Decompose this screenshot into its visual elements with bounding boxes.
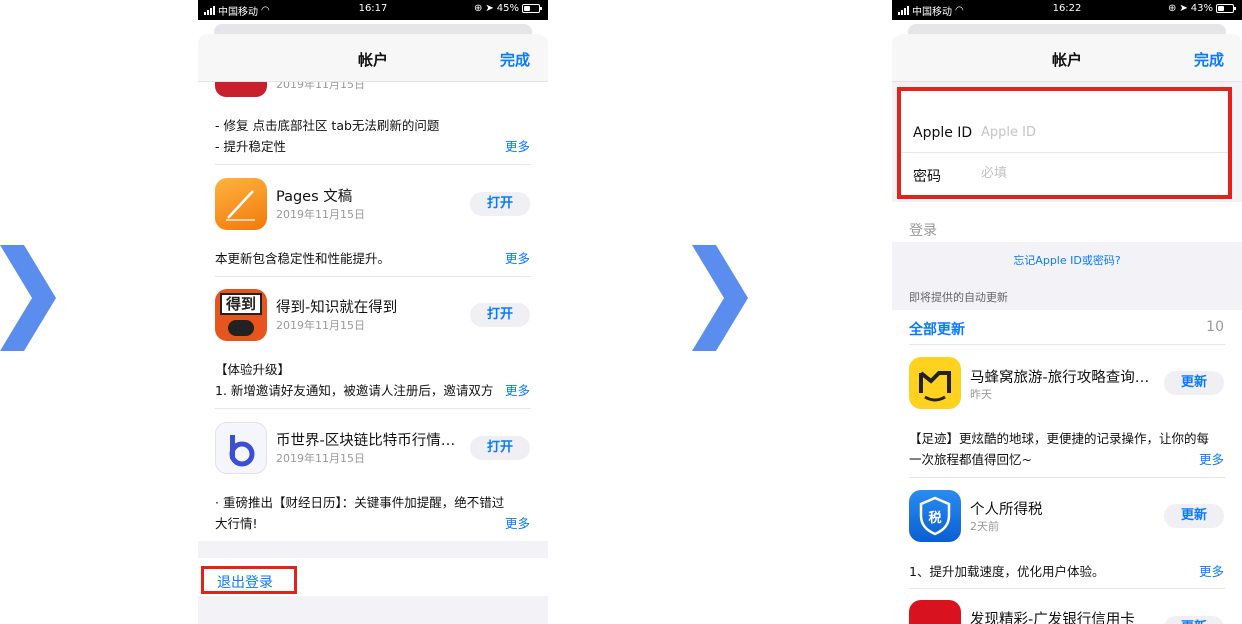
login-button[interactable]: 登录 bbox=[909, 220, 937, 240]
battery-icon bbox=[522, 4, 542, 13]
apple-id-label: Apple ID bbox=[913, 125, 973, 141]
forgot-apple-id-link[interactable]: 忘记Apple ID或密码? bbox=[892, 252, 1242, 268]
update-all-button[interactable]: 全部更新 bbox=[909, 319, 965, 339]
cgb-icon[interactable] bbox=[909, 600, 961, 624]
release-note: 1、提升加载速度，优化用户体验。 bbox=[909, 564, 1105, 579]
release-note: 大行情! bbox=[215, 516, 258, 531]
release-note: 本更新包含稳定性和性能提升。 bbox=[215, 251, 391, 266]
sign-out-label: 退出登录 bbox=[217, 575, 273, 591]
app-date: 2019年11月15日 bbox=[276, 82, 365, 91]
app-name: 马蜂窝旅游-旅行攻略查询… bbox=[970, 370, 1150, 386]
divider bbox=[909, 588, 1225, 589]
apple-id-row: Apple ID bbox=[901, 113, 1228, 153]
divider bbox=[215, 276, 531, 277]
app-date: 2019年11月15日 bbox=[276, 208, 365, 221]
page-title: 帐户 bbox=[357, 51, 388, 69]
mafengwo-icon[interactable] bbox=[909, 357, 961, 409]
location-icon: ➤ bbox=[485, 3, 494, 14]
done-button[interactable]: 完成 bbox=[500, 49, 530, 70]
tax-icon[interactable]: 税 bbox=[909, 490, 961, 542]
updates-list: 2019年11月15日 - 修复 点击底部社区 tab无法刷新的问题 - 提升稳… bbox=[198, 82, 548, 624]
account-content: Apple ID 密码 登录 忘记Apple ID或密码? 即将提供的自动更新 … bbox=[892, 82, 1242, 624]
password-row: 密码 bbox=[901, 154, 1228, 194]
password-label: 密码 bbox=[913, 169, 941, 185]
status-right: ⊕ ➤ 45% bbox=[473, 3, 542, 14]
divider bbox=[909, 344, 1225, 345]
dedao-icon[interactable]: 得到 bbox=[215, 289, 267, 341]
open-button[interactable]: 打开 bbox=[470, 436, 530, 460]
app-name: Pages 文稿 bbox=[276, 189, 353, 205]
app-date: 2019年11月15日 bbox=[276, 319, 365, 332]
more-link[interactable]: 更多 bbox=[1199, 449, 1224, 468]
more-link[interactable]: 更多 bbox=[505, 136, 530, 155]
more-link[interactable]: 更多 bbox=[505, 513, 530, 532]
release-note: 一次旅程都值得回忆~ bbox=[909, 452, 1032, 467]
chevron-right-icon bbox=[690, 245, 750, 351]
section-header: 即将提供的自动更新 bbox=[909, 291, 1008, 304]
battery-percent: 43% bbox=[1190, 3, 1213, 14]
app-date: 2天前 bbox=[970, 520, 999, 533]
release-note: - 提升稳定性 bbox=[215, 139, 286, 154]
divider bbox=[215, 164, 531, 165]
release-note: - 修复 点击底部社区 tab无法刷新的问题 bbox=[215, 118, 440, 133]
more-link[interactable]: 更多 bbox=[505, 248, 530, 267]
apple-id-input[interactable] bbox=[981, 125, 1211, 140]
location-icon: ➤ bbox=[1179, 3, 1188, 14]
divider bbox=[215, 408, 531, 409]
app-date: 2019年11月15日 bbox=[276, 452, 365, 465]
sign-out-button[interactable]: 退出登录 bbox=[201, 566, 297, 594]
open-button[interactable]: 打开 bbox=[470, 303, 530, 327]
app-date: 昨天 bbox=[970, 388, 992, 401]
signin-form: Apple ID 密码 bbox=[897, 87, 1232, 199]
app-name: 个人所得税 bbox=[970, 502, 1043, 518]
release-note: · 重磅推出【财经日历】：关键事件加提醒，绝不错过 bbox=[215, 495, 505, 510]
update-button[interactable]: 更新 bbox=[1164, 504, 1224, 528]
owl-icon bbox=[228, 320, 254, 336]
status-right: ⊕ ➤ 43% bbox=[1167, 3, 1236, 14]
release-note: 【足迹】更炫酷的地球，更便捷的记录操作，让你的每 bbox=[909, 431, 1210, 446]
more-link[interactable]: 更多 bbox=[1199, 561, 1224, 580]
release-note: 【体验升级】 bbox=[215, 362, 291, 377]
status-bar: 中国移动 ◠ 16:17 ⊕ ➤ 45% bbox=[198, 0, 548, 20]
navigation-bar: 帐户 完成 bbox=[198, 34, 548, 82]
divider bbox=[909, 477, 1225, 478]
app-name: 发现精彩-广发银行信用卡 bbox=[970, 612, 1135, 624]
update-button[interactable]: 更新 bbox=[1164, 371, 1224, 395]
page-title: 帐户 bbox=[1051, 51, 1082, 69]
done-button[interactable]: 完成 bbox=[1194, 49, 1224, 70]
section-gap bbox=[198, 541, 548, 558]
pages-icon[interactable] bbox=[215, 178, 267, 230]
left-phone-screen: 中国移动 ◠ 16:17 ⊕ ➤ 45% 帐户 完成 2019年11月15日 -… bbox=[198, 0, 548, 624]
right-phone-screen: 中国移动 ◠ 16:22 ⊕ ➤ 43% 帐户 完成 Apple ID 密码 登… bbox=[892, 0, 1242, 624]
tax-icon-text: 税 bbox=[928, 511, 942, 526]
app-name: 币世界-区块链比特币行情… bbox=[276, 433, 456, 449]
password-input[interactable] bbox=[981, 166, 1211, 181]
more-link[interactable]: 更多 bbox=[505, 380, 530, 399]
orientation-lock-icon: ⊕ bbox=[473, 3, 483, 14]
bishijie-icon[interactable] bbox=[215, 422, 267, 474]
app-name: 得到-知识就在得到 bbox=[276, 300, 398, 316]
chevron-right-icon bbox=[0, 245, 60, 351]
dedao-icon-text: 得到 bbox=[220, 293, 262, 315]
app-icon[interactable] bbox=[215, 82, 267, 97]
open-button[interactable]: 打开 bbox=[470, 192, 530, 216]
release-note: 1. 新增邀请好友通知，被邀请人注册后，邀请双方 bbox=[215, 383, 494, 398]
battery-icon bbox=[1216, 4, 1236, 13]
status-bar: 中国移动 ◠ 16:22 ⊕ ➤ 43% bbox=[892, 0, 1242, 20]
navigation-bar: 帐户 完成 bbox=[892, 34, 1242, 82]
battery-percent: 45% bbox=[496, 3, 519, 14]
section-gap bbox=[198, 596, 548, 624]
orientation-lock-icon: ⊕ bbox=[1167, 3, 1177, 14]
update-count: 10 bbox=[1206, 319, 1224, 335]
update-button[interactable]: 更新 bbox=[1164, 616, 1224, 624]
